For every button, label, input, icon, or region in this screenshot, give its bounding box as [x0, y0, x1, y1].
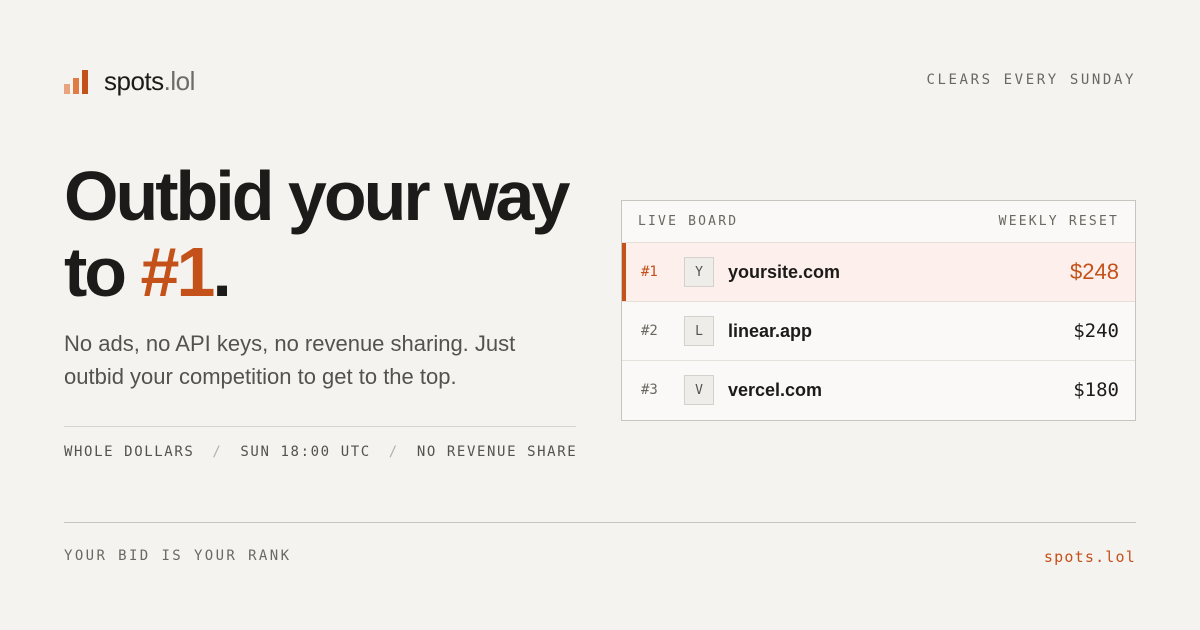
- tag-separator: /: [212, 444, 223, 460]
- site-name[interactable]: yoursite.com: [728, 262, 1070, 283]
- headline-period: .: [212, 233, 232, 311]
- site-initial-badge: V: [684, 375, 714, 405]
- tag-reset-time: SUN 18:00 UTC: [240, 444, 371, 460]
- live-board: LIVE BOARD WEEKLY RESET #1 Y yoursite.co…: [621, 200, 1136, 421]
- brand-name-suffix: .lol: [163, 66, 196, 96]
- bid-amount: $248: [1070, 259, 1119, 284]
- board-title: LIVE BOARD: [638, 214, 739, 229]
- site-initial-badge: L: [684, 316, 714, 346]
- board-row-2[interactable]: #2 L linear.app $240: [622, 302, 1135, 361]
- site-name[interactable]: linear.app: [728, 321, 1073, 342]
- footer-tagline: YOUR BID IS YOUR RANK: [64, 548, 292, 564]
- board-row-3[interactable]: #3 V vercel.com $180: [622, 361, 1135, 419]
- divider: [64, 426, 576, 427]
- tag-whole-dollars: WHOLE DOLLARS: [64, 444, 195, 460]
- bid-amount: $180: [1073, 379, 1119, 401]
- footer-divider: [64, 522, 1136, 523]
- board-header: LIVE BOARD WEEKLY RESET: [622, 201, 1135, 243]
- footer-domain-link[interactable]: spots.lol: [1044, 548, 1136, 566]
- board-reset-label: WEEKLY RESET: [998, 214, 1119, 229]
- rank: #1: [641, 264, 658, 280]
- headline: Outbid your way to #1.: [64, 157, 570, 311]
- headline-accent: #1: [140, 233, 216, 311]
- headline-line-2-prefix: to: [64, 233, 141, 311]
- tag-no-revenue-share: NO REVENUE SHARE: [416, 444, 578, 460]
- site-name[interactable]: vercel.com: [728, 380, 1073, 401]
- board-row-1[interactable]: #1 Y yoursite.com $248: [622, 243, 1135, 302]
- hero-subtext: No ads, no API keys, no revenue sharing.…: [64, 331, 516, 389]
- rank: #3: [641, 382, 658, 398]
- bid-amount: $240: [1073, 320, 1119, 342]
- site-initial-badge: Y: [684, 257, 714, 287]
- feature-tags: WHOLE DOLLARS / SUN 18:00 UTC / NO REVEN…: [64, 444, 577, 460]
- tag-separator: /: [388, 444, 399, 460]
- brand-name: spots.lol: [104, 66, 195, 97]
- rank: #2: [641, 323, 658, 339]
- headline-line-1: Outbid your way: [64, 157, 570, 235]
- bar-chart-icon: [64, 69, 90, 94]
- schedule-tagline: CLEARS EVERY SUNDAY: [926, 72, 1136, 88]
- brand-logo[interactable]: spots.lol: [64, 66, 195, 97]
- brand-name-main: spots: [104, 66, 164, 96]
